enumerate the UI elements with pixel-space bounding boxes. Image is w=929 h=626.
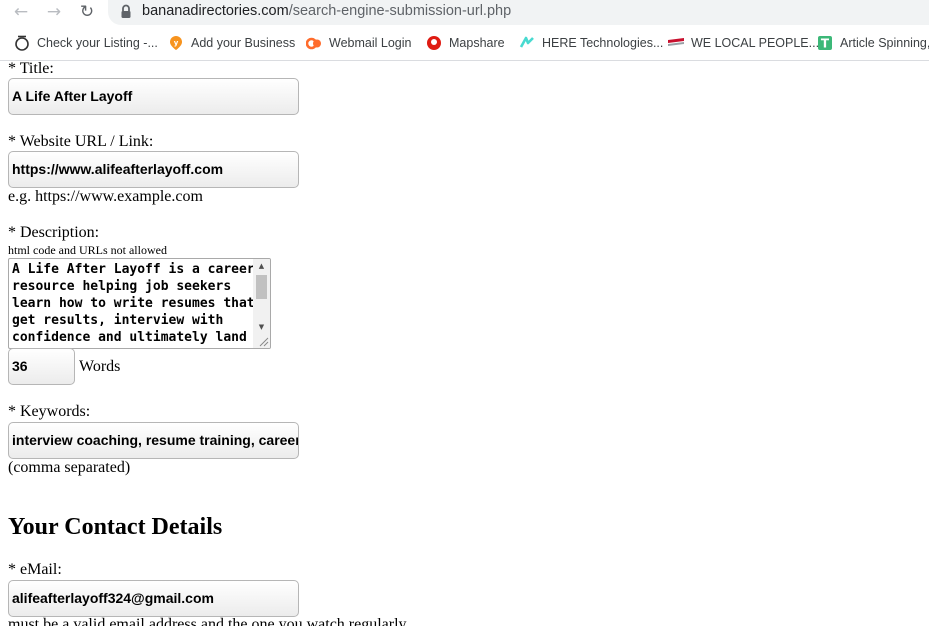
bookmark-label: Add your Business	[191, 36, 296, 50]
browser-toolbar: ← → ↻ bananadirectories.com/search-engin…	[0, 0, 929, 25]
cpanel-icon	[306, 37, 321, 50]
flag-icon	[668, 38, 684, 46]
bookmark-label: WE LOCAL PEOPLE...	[691, 36, 820, 50]
resize-grip-icon[interactable]	[257, 335, 269, 347]
bookmark-here[interactable]: HERE Technologies...	[519, 34, 663, 52]
bookmark-add-business[interactable]: y Add your Business	[168, 34, 295, 52]
url-hint: e.g. https://www.example.com	[8, 188, 203, 205]
scroll-up-icon[interactable]: ▲	[253, 259, 270, 273]
bookmark-label: Article Spinning,	[840, 36, 929, 50]
email-input[interactable]: alifeafterlayoff324@gmail.com	[8, 580, 299, 617]
url-text[interactable]: bananadirectories.com/search-engine-subm…	[142, 3, 511, 19]
email-label: * eMail:	[8, 561, 62, 578]
bookmark-check-listing[interactable]: Check your Listing -...	[14, 34, 158, 52]
lock-icon	[121, 4, 131, 18]
website-url-input[interactable]: https://www.alifeafterlayoff.com	[8, 151, 299, 188]
arrow-left-icon: ←	[13, 2, 29, 22]
scroll-down-icon[interactable]: ▼	[253, 320, 270, 334]
bookmark-label: Webmail Login	[329, 36, 412, 50]
description-text: A Life After Layoff is a career resource…	[12, 262, 255, 345]
t-logo-icon: T	[818, 36, 832, 51]
email-hint: must be a valid email address and the on…	[8, 616, 407, 626]
bookmarks-bar: Check your Listing -... y Add your Busin…	[0, 25, 929, 61]
url-path: /search-engine-submission-url.php	[288, 3, 512, 19]
contact-details-heading: Your Contact Details	[8, 514, 223, 540]
here-icon	[519, 36, 534, 48]
words-label: Words	[79, 358, 121, 375]
bookmark-label: Check your Listing -...	[37, 36, 158, 50]
url-host: bananadirectories.com	[142, 3, 289, 19]
description-hint: html code and URLs not allowed	[8, 243, 167, 257]
bookmark-label: Mapshare	[449, 36, 505, 50]
yelp-pin-icon: y	[170, 36, 182, 50]
title-label: * Title:	[8, 61, 54, 77]
arrow-right-icon: →	[46, 2, 62, 22]
tomtom-icon	[427, 36, 441, 50]
website-url-label: * Website URL / Link:	[8, 133, 154, 150]
description-textarea[interactable]: A Life After Layoff is a career resource…	[8, 258, 271, 349]
circle-icon	[15, 35, 29, 51]
svg-text:y: y	[174, 39, 179, 47]
forward-button[interactable]: →	[43, 0, 65, 24]
svg-text:T: T	[821, 37, 830, 51]
bookmark-mapshare[interactable]: Mapshare	[426, 34, 505, 52]
bookmark-label: HERE Technologies...	[542, 36, 664, 50]
keywords-label: * Keywords:	[8, 403, 91, 420]
description-label: * Description:	[8, 224, 100, 241]
scroll-thumb[interactable]	[256, 275, 267, 299]
bookmark-we-local-people[interactable]: WE LOCAL PEOPLE...	[668, 34, 819, 52]
back-button[interactable]: ←	[10, 0, 32, 24]
address-bar[interactable]: bananadirectories.com/search-engine-subm…	[108, 0, 929, 25]
word-count-input[interactable]: 36	[8, 348, 75, 385]
keywords-input[interactable]: interview coaching, resume training, car…	[8, 422, 299, 459]
keywords-hint: (comma separated)	[8, 459, 131, 476]
title-input[interactable]: A Life After Layoff	[8, 78, 299, 115]
reload-button[interactable]: ↻	[76, 0, 98, 24]
reload-icon: ↻	[79, 2, 95, 22]
bookmark-webmail[interactable]: Webmail Login	[306, 34, 411, 52]
submission-form: * Title: A Life After Layoff * Website U…	[0, 61, 929, 626]
bookmark-article-spinning[interactable]: T Article Spinning,	[817, 34, 929, 52]
